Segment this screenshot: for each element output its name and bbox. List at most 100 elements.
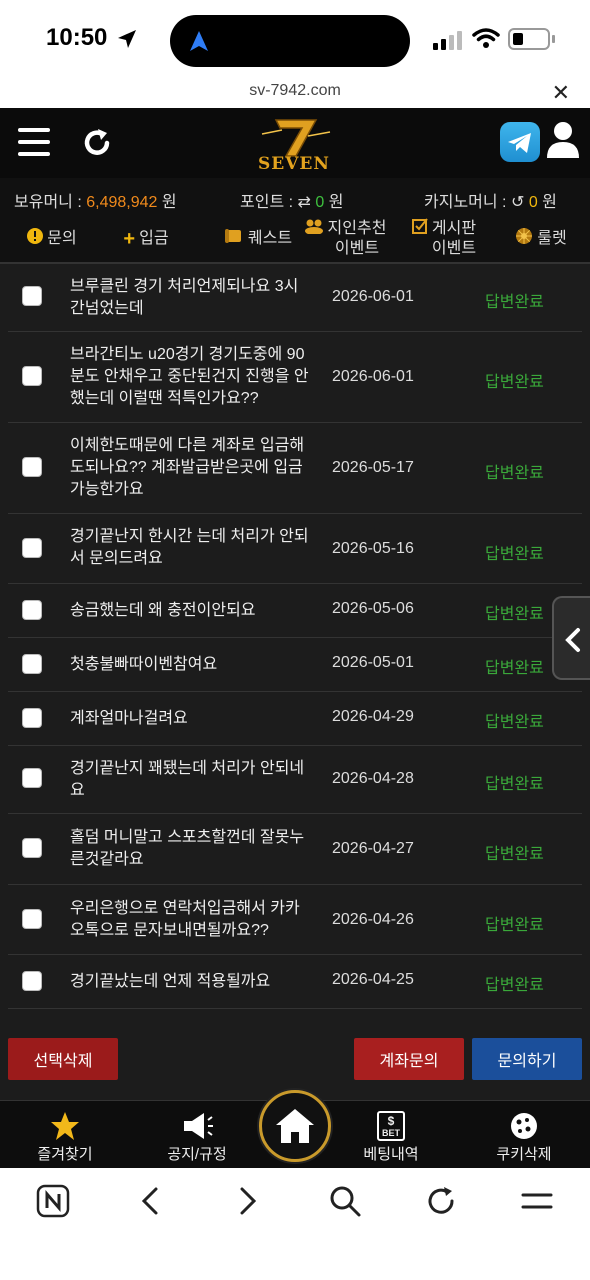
exchange-icon[interactable]: ⇄ [298,194,311,211]
inquiry-date: 2026-04-27 [332,840,414,857]
search-icon[interactable] [328,1184,362,1218]
url-bar[interactable]: sv-7942.com ✕ [0,80,590,108]
signal-icon [433,31,462,50]
tab-referral-event[interactable]: 지인추천 이벤트 [298,216,392,262]
list-item[interactable]: 송금했는데 왜 충전이안되요 2026-05-06 답변완료 [8,584,582,638]
row-checkbox[interactable] [22,538,42,558]
inquiry-title[interactable]: 경기끝난지 꽤됐는데 처리가 안되네요 [70,758,310,802]
list-item[interactable]: 브라간티노 u20경기 경기도중에 90분도 안채우고 중단된건지 진행을 안했… [8,332,582,423]
nav-notice[interactable]: 공지/규정 [142,1109,252,1164]
list-item[interactable]: 브루클린 경기 처리언제되나요 3시간넘었는데 2026-06-01 답변완료 [8,264,582,332]
megaphone-icon [184,1113,213,1139]
inquiry-status: 답변완료 [485,546,544,563]
list-item[interactable]: 경기끝난지 한시간 는데 처리가 안되서 문의드려요 2026-05-16 답변… [8,514,582,584]
people-icon [304,218,324,240]
list-item[interactable]: 계좌얼마나걸려요 2026-04-29 답변완료 [8,692,582,746]
inquiry-date: 2026-05-16 [332,540,414,557]
inquiry-date: 2026-05-01 [332,654,414,671]
inquiry-list: 브루클린 경기 처리언제되나요 3시간넘었는데 2026-06-01 답변완료 … [0,262,590,1010]
reload-icon[interactable]: ↺ [511,194,524,211]
location-arrow-icon [118,30,136,48]
tab-inquiry[interactable]: 문의 [12,216,92,262]
status-bar: 10:50 [0,0,590,80]
telegram-icon[interactable] [500,122,540,162]
tab-board-event[interactable]: 게시판 이벤트 [402,216,486,262]
dynamic-island [170,15,410,67]
inquiry-title[interactable]: 첫충불빠따이벤참여요 [70,654,310,676]
hamburger-menu-icon[interactable] [18,128,50,156]
list-item[interactable]: 홀덤 머니말고 스포츠할껀데 잘못누른것같라요 2026-04-27 답변완료 [8,814,582,885]
inquiry-status: 답변완료 [485,846,544,863]
ask-button[interactable]: 문의하기 [472,1038,582,1080]
inquiry-status: 답변완료 [485,776,544,793]
inquiry-date: 2026-05-17 [332,459,414,476]
inquiry-title[interactable]: 경기끝난지 한시간 는데 처리가 안되서 문의드려요 [70,526,310,570]
money-balance: 보유머니 : 6,498,942 원 [14,194,177,211]
list-item[interactable]: 경기끝난지 꽤됐는데 처리가 안되네요 2026-04-28 답변완료 [8,746,582,814]
list-item[interactable]: 경기끝났는데 언제 적용될까요 2026-04-25 답변완료 [8,955,582,1009]
star-icon [51,1112,79,1140]
checkbox-icon [411,218,428,240]
inquiry-status: 답변완료 [485,977,544,994]
inquiry-title[interactable]: 우리은행으로 연락처입금해서 카카오톡으로 문자보내면될까요?? [70,898,310,942]
inquiry-title[interactable]: 브라간티노 u20경기 경기도중에 90분도 안채우고 중단된건지 진행을 안했… [70,344,310,410]
wifi-icon [472,28,500,48]
exclamation-icon [27,228,44,250]
inquiry-title[interactable]: 브루클린 경기 처리언제되나요 3시간넘었는데 [70,276,310,320]
delete-selected-button[interactable]: 선택삭제 [8,1038,118,1080]
tab-roulette[interactable]: 룰렛 [506,216,576,262]
balance-bar: 보유머니 : 6,498,942 원 포인트 : ⇄ 0 원 카지노머니 : ↺… [0,178,590,216]
bet-ticket-icon: $ BET [377,1111,405,1141]
account-inquiry-button[interactable]: 계좌문의 [354,1038,464,1080]
row-checkbox[interactable] [22,286,42,306]
inquiry-status: 답변완료 [485,917,544,934]
plus-icon: + [123,228,136,250]
row-checkbox[interactable] [22,708,42,728]
inquiry-status: 답변완료 [485,714,544,731]
home-icon [276,1109,314,1143]
row-checkbox[interactable] [22,600,42,620]
points-value: 0 [315,194,325,211]
inquiry-title[interactable]: 홀덤 머니말고 스포츠할껀데 잘못누른것같라요 [70,827,310,871]
logo-text: SEVEN [258,154,330,174]
row-checkbox[interactable] [22,366,42,386]
row-checkbox[interactable] [22,838,42,858]
refresh-icon[interactable] [80,126,114,160]
side-panel-toggle[interactable] [552,596,590,680]
status-time: 10:50 [46,24,108,51]
close-icon[interactable]: ✕ [552,80,570,106]
inquiry-date: 2026-04-26 [332,911,414,928]
nav-favorites[interactable]: 즐겨찾기 [10,1109,120,1164]
site-logo[interactable]: SEVEN [252,114,338,176]
inquiry-status: 답변완료 [485,465,544,482]
roulette-icon [515,227,533,251]
forward-icon[interactable] [232,1184,262,1218]
row-checkbox[interactable] [22,457,42,477]
inquiry-title[interactable]: 경기끝났는데 언제 적용될까요 [70,971,310,993]
inquiry-status: 답변완료 [485,294,544,311]
tab-deposit[interactable]: + 입금 [106,216,186,262]
naver-icon[interactable] [36,1184,70,1218]
row-checkbox[interactable] [22,909,42,929]
points-balance: 포인트 : ⇄ 0 원 [240,194,344,211]
list-item[interactable]: 첫충불빠따이벤참여요 2026-05-01 답변완료 [8,638,582,692]
inquiry-title[interactable]: 이체한도때문에 다른 계좌로 입금해도되나요?? 계좌발급받은곳에 입금가능한가… [70,435,310,501]
back-icon[interactable] [136,1184,166,1218]
home-button[interactable] [259,1090,331,1162]
nav-bet-history[interactable]: $ BET 베팅내역 [336,1109,446,1164]
list-item[interactable]: 우리은행으로 연락처입금해서 카카오톡으로 문자보내면될까요?? 2026-04… [8,885,582,955]
row-checkbox[interactable] [22,768,42,788]
menu-icon[interactable] [520,1184,554,1218]
reload-page-icon[interactable] [424,1184,458,1218]
action-bar: 선택삭제 계좌문의 문의하기 [0,1010,590,1100]
nav-cookie-delete[interactable]: 쿠키삭제 [469,1109,579,1164]
list-item[interactable]: 이체한도때문에 다른 계좌로 입금해도되나요?? 계좌발급받은곳에 입금가능한가… [8,423,582,514]
inquiry-title[interactable]: 송금했는데 왜 충전이안되요 [70,600,310,622]
inquiry-status: 답변완료 [485,374,544,391]
user-icon[interactable] [546,120,580,160]
logo-seven-mark [261,119,331,157]
battery-icon [508,28,550,50]
row-checkbox[interactable] [22,971,42,991]
inquiry-title[interactable]: 계좌얼마나걸려요 [70,708,310,730]
row-checkbox[interactable] [22,654,42,674]
